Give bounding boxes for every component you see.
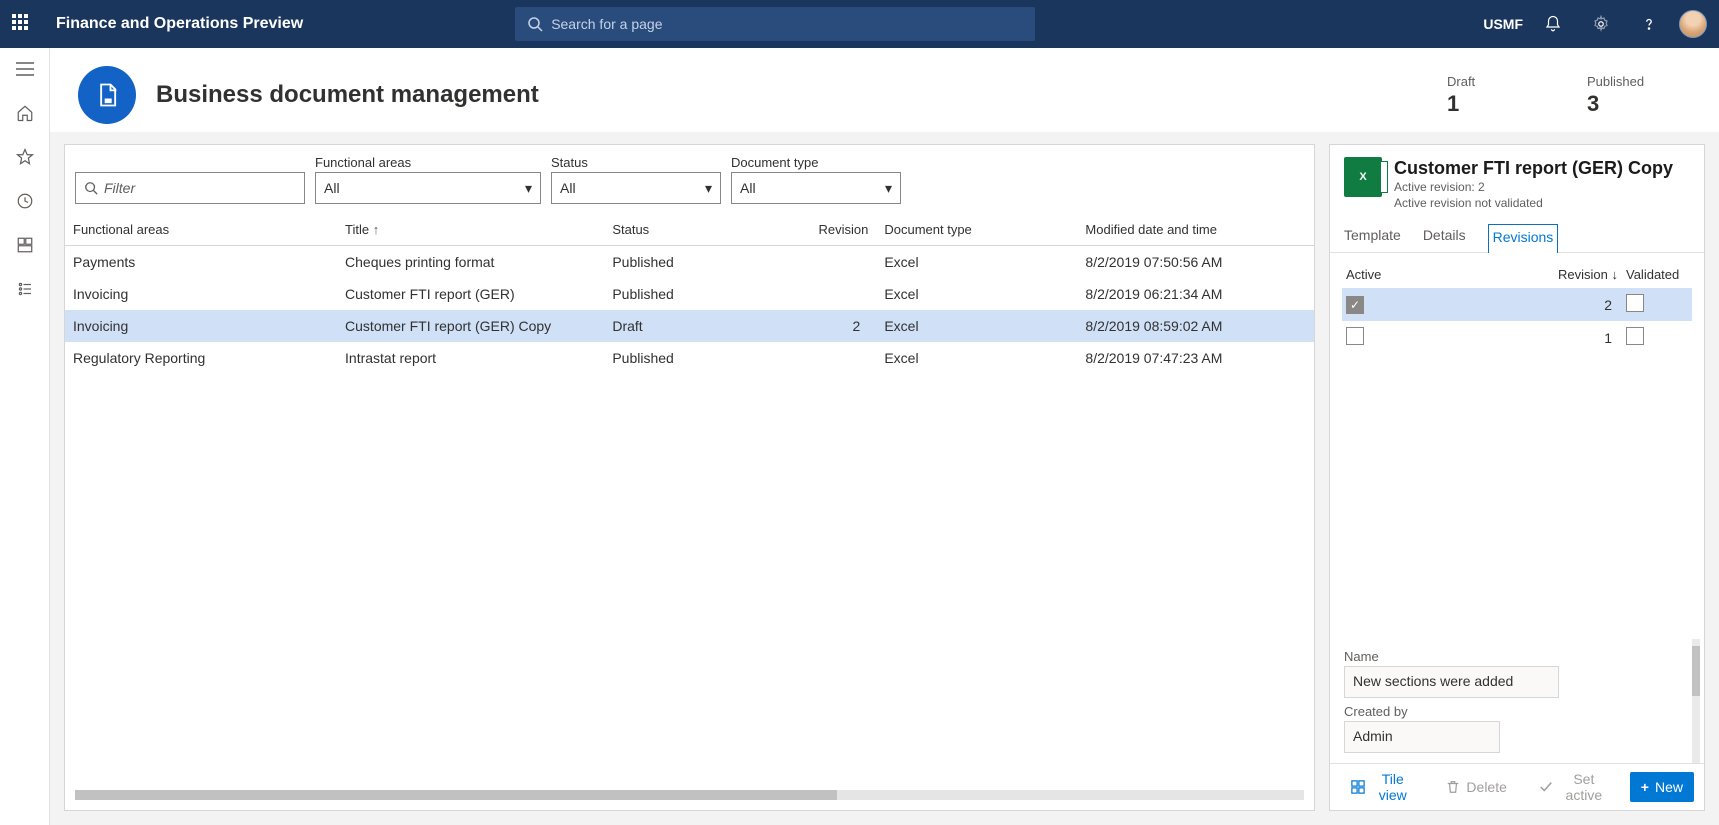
combo-status: Status All▾ [551, 155, 721, 204]
recent-icon[interactable] [14, 190, 36, 212]
document-list-pane: Functional areas All▾ Status All▾ Docume… [64, 144, 1315, 811]
document-grid[interactable]: Functional areas Title Status Revision D… [65, 212, 1314, 790]
revcol-active[interactable]: Active [1342, 261, 1402, 288]
detail-toolbar: Tile view Delete Set active + New [1330, 763, 1704, 810]
createdby-field[interactable]: Admin [1344, 721, 1500, 753]
filter-row: Functional areas All▾ Status All▾ Docume… [65, 155, 1314, 204]
revision-grid[interactable]: Active Revision Validated 21 [1330, 253, 1704, 639]
tab-details[interactable]: Details [1423, 223, 1466, 252]
col-title[interactable]: Title [337, 212, 604, 246]
filter-input-wrap[interactable] [75, 172, 305, 204]
trash-icon [1446, 780, 1460, 794]
stat-draft-label: Draft [1447, 74, 1535, 89]
stat-published-value: 3 [1587, 91, 1675, 117]
revision-form: Name New sections were added Created by … [1330, 639, 1704, 763]
set-active-button[interactable]: Set active [1528, 772, 1620, 802]
tile-view-button[interactable]: Tile view [1340, 772, 1425, 802]
combo-functional-areas-label: Functional areas [315, 155, 541, 170]
notifications-icon[interactable] [1535, 6, 1571, 42]
combo-document-type-box[interactable]: All▾ [731, 172, 901, 204]
col-status[interactable]: Status [604, 212, 793, 246]
search-icon [527, 16, 543, 32]
detail-title: Customer FTI report (GER) Copy [1394, 157, 1673, 179]
detail-sub-active: Active revision: 2 [1394, 179, 1673, 195]
detail-tabs: Template Details Revisions [1330, 217, 1704, 253]
page-icon [78, 66, 136, 124]
combo-status-box[interactable]: All▾ [551, 172, 721, 204]
col-modified[interactable]: Modified date and time [1077, 212, 1314, 246]
search-input[interactable] [551, 16, 1023, 32]
combo-document-type: Document type All▾ [731, 155, 901, 204]
validated-checkbox[interactable] [1626, 294, 1644, 312]
revision-row[interactable]: 1 [1342, 321, 1692, 354]
chevron-down-icon: ▾ [885, 180, 892, 197]
settings-icon[interactable] [1583, 6, 1619, 42]
new-button[interactable]: + New [1630, 772, 1694, 802]
createdby-label: Created by [1344, 704, 1690, 719]
col-functional-areas[interactable]: Functional areas [65, 212, 337, 246]
chevron-down-icon: ▾ [525, 180, 532, 197]
horizontal-scrollbar[interactable] [75, 790, 1304, 800]
hamburger-icon[interactable] [14, 58, 36, 80]
user-avatar[interactable] [1679, 10, 1707, 38]
tab-revisions[interactable]: Revisions [1488, 224, 1559, 253]
table-row[interactable]: InvoicingCustomer FTI report (GER) CopyD… [65, 310, 1314, 342]
modules-icon[interactable] [14, 278, 36, 300]
stat-published-label: Published [1587, 74, 1675, 89]
app-name: Finance and Operations Preview [56, 15, 303, 33]
excel-icon: X [1344, 157, 1382, 197]
col-revision[interactable]: Revision [794, 212, 877, 246]
table-row[interactable]: InvoicingCustomer FTI report (GER)Publis… [65, 278, 1314, 310]
tab-template[interactable]: Template [1344, 223, 1401, 252]
stat-published[interactable]: Published 3 [1571, 74, 1691, 117]
left-rail [0, 48, 50, 825]
revision-row[interactable]: 2 [1342, 288, 1692, 321]
form-scrollbar[interactable] [1692, 639, 1700, 763]
name-label: Name [1344, 649, 1690, 664]
validated-checkbox[interactable] [1626, 327, 1644, 345]
filter-input[interactable] [104, 180, 296, 196]
help-icon[interactable] [1631, 6, 1667, 42]
chevron-down-icon: ▾ [705, 180, 712, 197]
favorites-icon[interactable] [14, 146, 36, 168]
combo-functional-areas: Functional areas All▾ [315, 155, 541, 204]
app-launcher-icon[interactable] [12, 14, 32, 34]
combo-status-label: Status [551, 155, 721, 170]
table-row[interactable]: Regulatory ReportingIntrastat reportPubl… [65, 342, 1314, 374]
combo-functional-areas-box[interactable]: All▾ [315, 172, 541, 204]
revcol-validated[interactable]: Validated [1622, 261, 1692, 288]
stat-draft[interactable]: Draft 1 [1431, 74, 1551, 117]
combo-document-type-label: Document type [731, 155, 901, 170]
global-search[interactable] [515, 7, 1035, 41]
page-title: Business document management [156, 81, 1411, 109]
detail-sub-validated: Active revision not validated [1394, 195, 1673, 211]
active-checkbox[interactable] [1346, 296, 1364, 314]
tile-icon [1351, 780, 1365, 794]
name-field[interactable]: New sections were added [1344, 666, 1559, 698]
table-row[interactable]: PaymentsCheques printing formatPublished… [65, 246, 1314, 279]
stat-draft-value: 1 [1447, 91, 1535, 117]
delete-button[interactable]: Delete [1435, 772, 1517, 802]
revcol-revision[interactable]: Revision [1402, 261, 1622, 288]
legal-entity[interactable]: USMF [1483, 16, 1523, 32]
page-header: Business document management Draft 1 Pub… [50, 48, 1719, 132]
active-checkbox[interactable] [1346, 327, 1364, 345]
top-nav: Finance and Operations Preview USMF [0, 0, 1719, 48]
check-icon [1539, 780, 1553, 794]
filter-icon [84, 181, 98, 195]
col-document-type[interactable]: Document type [876, 212, 1077, 246]
workspaces-icon[interactable] [14, 234, 36, 256]
detail-pane: X Customer FTI report (GER) Copy Active … [1329, 144, 1705, 811]
plus-icon: + [1641, 779, 1649, 795]
home-icon[interactable] [14, 102, 36, 124]
